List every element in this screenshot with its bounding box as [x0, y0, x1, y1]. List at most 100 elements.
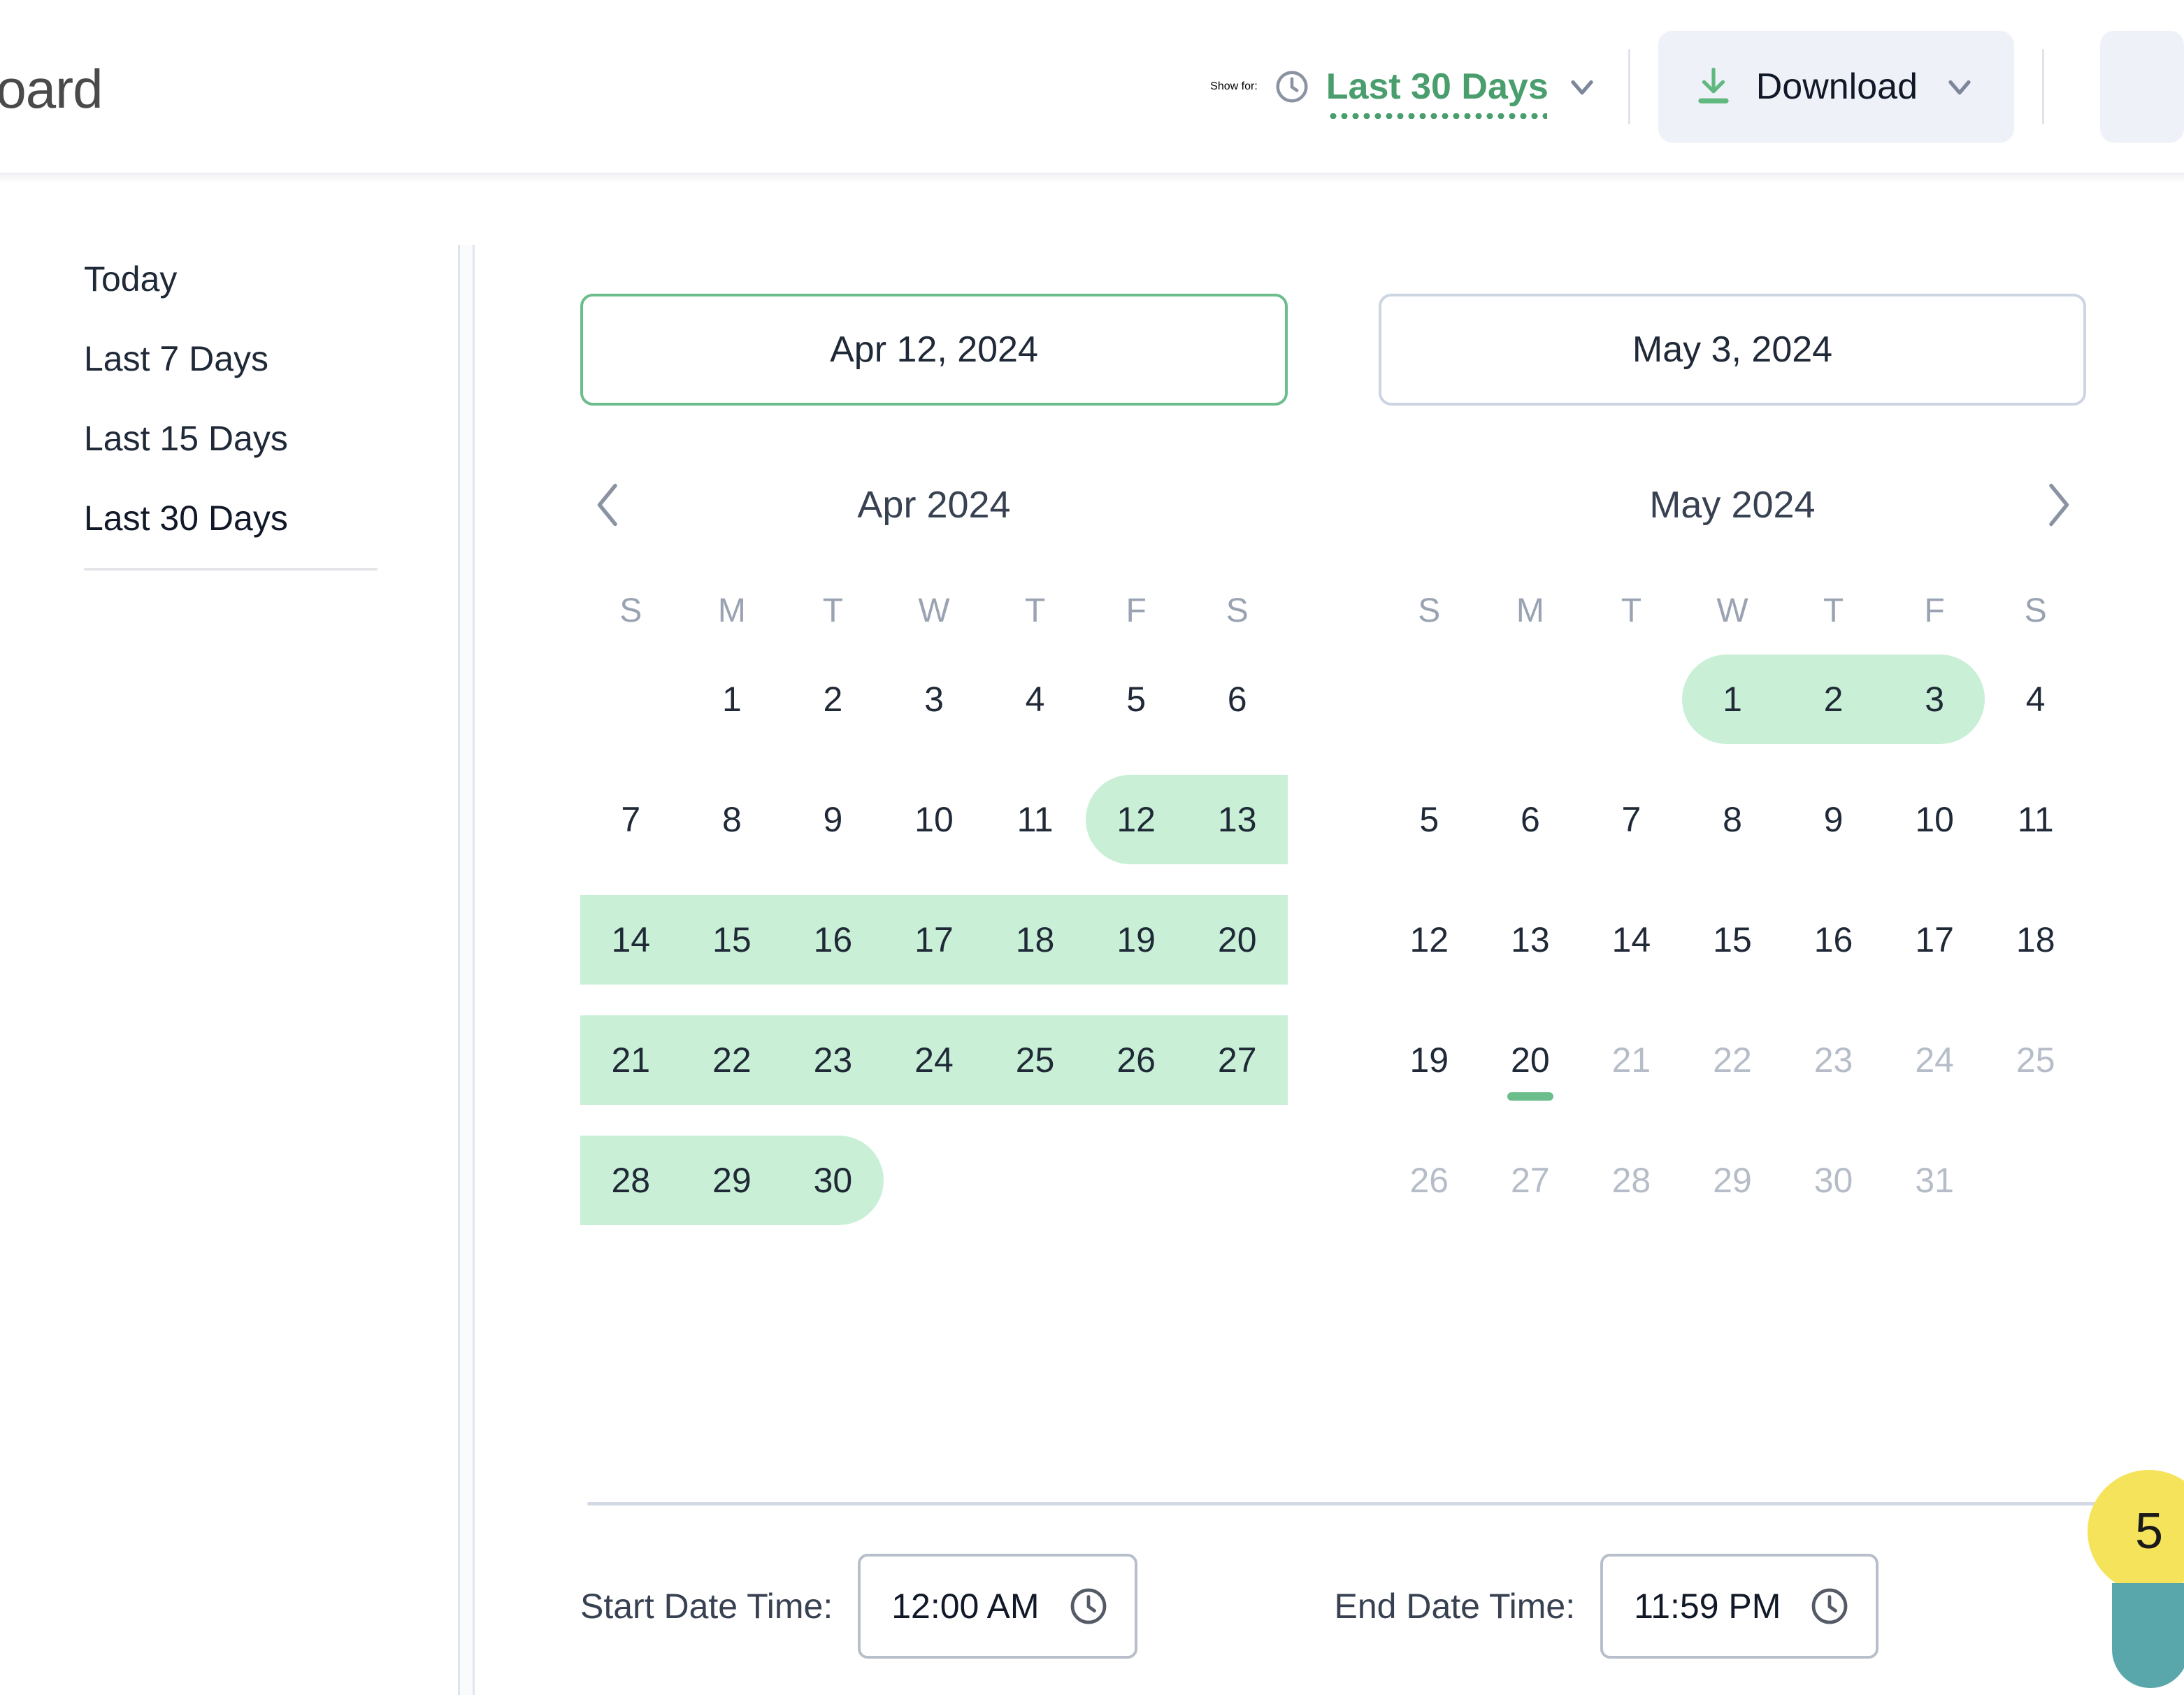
calendar-day[interactable]: 9 [782, 759, 884, 880]
weekday-label: S [619, 592, 642, 629]
weekday-label: T [822, 592, 844, 629]
notification-badge[interactable]: 5 [2088, 1470, 2184, 1688]
calendar-day[interactable]: 3 [1884, 639, 1985, 759]
show-for-control[interactable]: Show for: Last 30 Days [1210, 66, 1600, 119]
calendar-day[interactable]: 15 [682, 880, 783, 1000]
weeks-body: 1 2 3 4 5 6 7 8 9 10 11 12 13 14 15 16 17 18 19 20 21 22 23 24 2… [1379, 639, 2086, 1240]
weekday-label: S [1418, 592, 1441, 629]
calendar-day[interactable]: 3 [884, 639, 985, 759]
calendar-day[interactable]: 7 [580, 759, 682, 880]
start-time-value: 12:00 AM [891, 1587, 1040, 1626]
start-date-input[interactable]: Apr 12, 2024 [580, 294, 1288, 406]
calendar-day[interactable]: 11 [1985, 759, 2086, 880]
edge-action-button[interactable] [2100, 31, 2184, 143]
calendar-week-row: 1234 [1379, 639, 2086, 759]
calendar-day[interactable]: 17 [884, 880, 985, 1000]
chevron-down-icon[interactable] [1941, 69, 1978, 105]
calendar-day[interactable]: 19 [1086, 880, 1187, 1000]
weekday-label: T [1621, 592, 1642, 629]
calendar-day[interactable]: 11 [984, 759, 1086, 880]
page-header: board Show for: Last 30 Days [0, 0, 2184, 173]
calendar-day-empty [984, 1120, 1086, 1240]
nav-spacer [1386, 477, 1428, 533]
month-header: May 2024 [1379, 463, 2086, 547]
end-time-value: 11:59 PM [1634, 1587, 1781, 1626]
today-marker [1507, 1092, 1553, 1101]
calendar-day[interactable]: 22 [682, 1000, 783, 1120]
next-month-button[interactable] [2037, 477, 2079, 533]
show-for-value-wrap: Last 30 Days [1326, 66, 1549, 119]
weekday-header-row: S M T W T F S [1379, 583, 2086, 639]
calendar-day[interactable]: 6 [1186, 639, 1288, 759]
section-divider [587, 1502, 2174, 1506]
calendar-day[interactable]: 1 [1682, 639, 1783, 759]
calendar-day[interactable]: 26 [1086, 1000, 1187, 1120]
calendar-day[interactable]: 25 [984, 1000, 1086, 1120]
calendar-day[interactable]: 17 [1884, 880, 1985, 1000]
calendar-day[interactable]: 16 [1783, 880, 1884, 1000]
calendar-day[interactable]: 5 [1086, 639, 1187, 759]
calendar-day[interactable]: 19 [1379, 1000, 1480, 1120]
calendar-day[interactable]: 20 [1480, 1000, 1581, 1120]
calendar-panel: Apr 12, 2024 May 3, 2024 Apr 2024 S M T … [489, 183, 2184, 1695]
chevron-down-icon[interactable] [1564, 69, 1600, 105]
calendar-day[interactable]: 29 [682, 1120, 783, 1240]
calendar-day[interactable]: 5 [1379, 759, 1480, 880]
calendar-day[interactable]: 18 [1985, 880, 2086, 1000]
calendar-day[interactable]: 14 [580, 880, 682, 1000]
end-date-input[interactable]: May 3, 2024 [1379, 294, 2086, 406]
header-shadow [0, 173, 2184, 183]
calendar-day: 31 [1915, 1161, 1954, 1200]
calendar-day-empty [1581, 639, 1682, 759]
download-button[interactable]: Download [1658, 31, 2014, 143]
preset-item-today[interactable]: Today [56, 239, 405, 319]
calendar-day-empty [1186, 1120, 1288, 1240]
preset-item-last-30-days[interactable]: Last 30 Days [56, 478, 405, 558]
start-time-group: Start Date Time: 12:00 AM [580, 1554, 1137, 1659]
calendar-day[interactable]: 2 [1783, 639, 1884, 759]
calendar-day[interactable]: 20 [1186, 880, 1288, 1000]
calendar-day[interactable]: 4 [984, 639, 1086, 759]
calendar-day[interactable]: 8 [1682, 759, 1783, 880]
calendar-day[interactable]: 27 [1186, 1000, 1288, 1120]
calendar-day[interactable]: 6 [1480, 759, 1581, 880]
calendar-day[interactable]: 28 [580, 1120, 682, 1240]
weekday-label: T [1024, 592, 1046, 629]
calendar-day[interactable]: 9 [1783, 759, 1884, 880]
calendar-day[interactable]: 12 [1086, 759, 1187, 880]
clock-icon[interactable] [1809, 1585, 1851, 1627]
prev-month-button[interactable] [587, 477, 629, 533]
clock-icon[interactable] [1068, 1585, 1109, 1627]
calendar-day[interactable]: 15 [1682, 880, 1783, 1000]
calendar-day[interactable]: 7 [1581, 759, 1682, 880]
calendar-day[interactable]: 16 [782, 880, 884, 1000]
calendar-day[interactable]: 30 [782, 1120, 884, 1240]
calendar-day[interactable]: 14 [1581, 880, 1682, 1000]
calendar-day[interactable]: 23 [782, 1000, 884, 1120]
calendar-day[interactable]: 10 [884, 759, 985, 880]
calendar-day[interactable]: 18 [984, 880, 1086, 1000]
calendar-day-empty [580, 639, 682, 759]
month-title: May 2024 [1649, 484, 1816, 526]
calendar-day[interactable]: 2 [782, 639, 884, 759]
calendar-day-empty [884, 1120, 985, 1240]
clock-icon [1273, 68, 1311, 106]
calendar-day[interactable]: 13 [1186, 759, 1288, 880]
end-time-input[interactable]: 11:59 PM [1600, 1554, 1879, 1659]
calendar-day[interactable]: 12 [1379, 880, 1480, 1000]
calendar-day: 22 [1713, 1040, 1752, 1080]
preset-item-last-7-days[interactable]: Last 7 Days [56, 319, 405, 399]
calendar-day[interactable]: 10 [1884, 759, 1985, 880]
calendar-day[interactable]: 24 [884, 1000, 985, 1120]
calendar-day[interactable]: 4 [1985, 639, 2086, 759]
end-time-group: End Date Time: 11:59 PM [1335, 1554, 1879, 1659]
calendar-day[interactable]: 1 [682, 639, 783, 759]
calendar-day[interactable]: 21 [580, 1000, 682, 1120]
header-divider-2 [2042, 49, 2044, 124]
preset-item-last-15-days[interactable]: Last 15 Days [56, 399, 405, 478]
calendar-day[interactable]: 8 [682, 759, 783, 880]
month-header: Apr 2024 [580, 463, 1288, 547]
calendar-day[interactable]: 13 [1480, 880, 1581, 1000]
calendar-month-april: Apr 2024 S M T W T F S 1 2 3 4 5 6 7 8 9 10 11 12 13… [580, 463, 1288, 1240]
start-time-input[interactable]: 12:00 AM [858, 1554, 1137, 1659]
